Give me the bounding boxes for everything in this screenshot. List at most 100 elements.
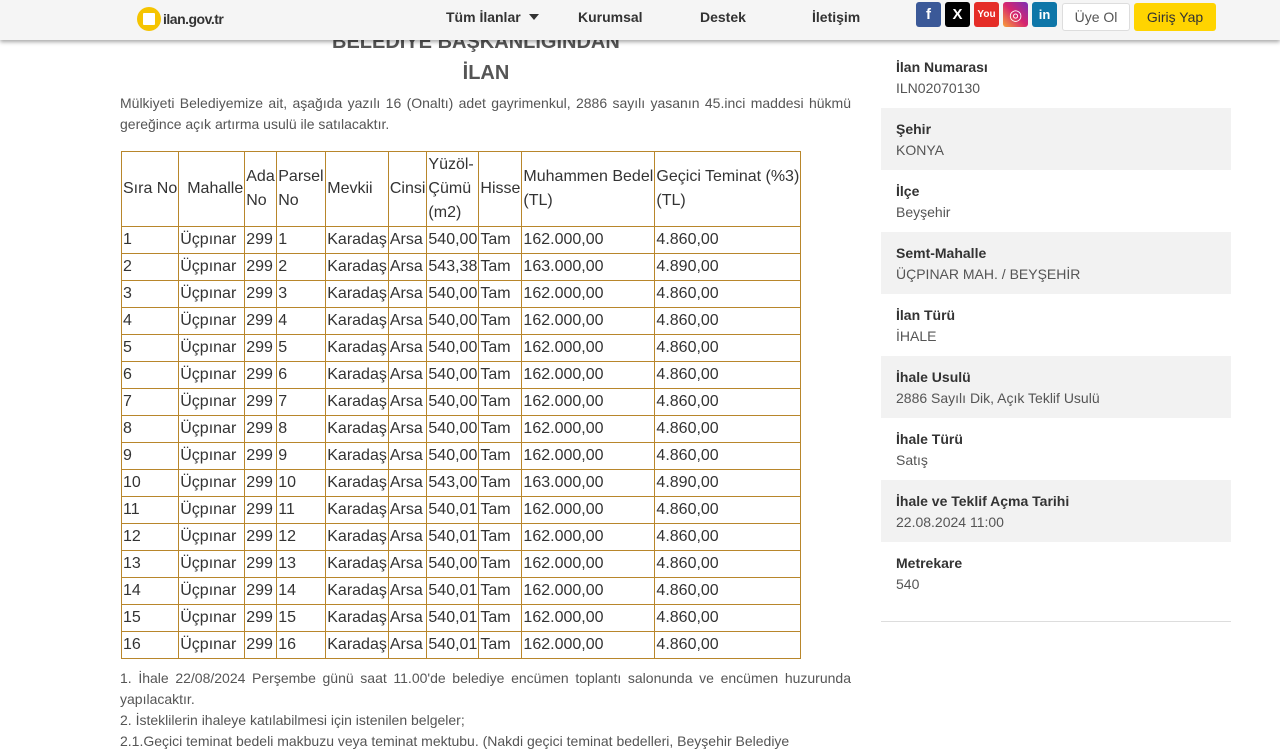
site-logo[interactable]: ilan.gov.tr	[137, 5, 224, 33]
table-cell: 299	[244, 604, 278, 632]
detail-label: İlan Numarası	[896, 59, 988, 75]
table-cell: 13	[120, 550, 180, 578]
table-cell: Üçpınar	[178, 442, 246, 470]
detail-label: İlan Türü	[896, 307, 956, 323]
table-cell: Tam	[478, 469, 523, 497]
table-cell: 1	[276, 226, 327, 254]
table-cell: 12	[120, 523, 180, 551]
table-cell: 13	[276, 550, 327, 578]
table-cell: Üçpınar	[178, 415, 246, 443]
table-row: 16 Üçpınar 299 16 Karadaş Arsa 540,01 Tam 162.00…	[120, 631, 802, 659]
table-cell: Karadaş	[325, 523, 389, 551]
table-cell: 4.860,00	[654, 307, 802, 335]
table-cell: 299	[244, 523, 278, 551]
table-cell: 4.860,00	[654, 334, 802, 362]
table-cell: 299	[244, 442, 278, 470]
table-cell: Karadaş	[325, 469, 389, 497]
table-cell: 4.860,00	[654, 523, 802, 551]
table-cell: Üçpınar	[178, 469, 246, 497]
x-twitter-icon[interactable]: X	[945, 2, 970, 27]
table-cell: Karadaş	[325, 442, 389, 470]
table-cell: 6	[276, 361, 327, 389]
table-cell: Tam	[478, 280, 523, 308]
table-cell: Üçpınar	[178, 226, 246, 254]
table-cell: 543,00	[426, 469, 480, 497]
table-header-cell: Sıra No	[120, 151, 180, 227]
nav-tum-ilanlar[interactable]: Tüm İlanlar	[446, 0, 539, 34]
announcement-notes: 1. İhale 22/08/2024 Perşembe günü saat 1…	[120, 668, 851, 752]
table-cell: 299	[244, 307, 278, 335]
table-cell: Karadaş	[325, 631, 389, 659]
table-row: 2 Üçpınar 299 2 Karadaş Arsa 543,38 Tam 163.000,…	[120, 253, 802, 281]
table-cell: 299	[244, 361, 278, 389]
detail-value: 2886 Sayılı Dik, Açık Teklif Usulü	[896, 390, 1100, 406]
detail-value: ÜÇPINAR MAH. / BEYŞEHİR	[896, 266, 1081, 282]
table-cell: 299	[244, 253, 278, 281]
table-cell: Üçpınar	[178, 496, 246, 524]
table-cell: 162.000,00	[521, 388, 656, 416]
youtube-icon[interactable]: You	[974, 2, 999, 27]
facebook-icon[interactable]: f	[916, 2, 941, 27]
table-cell: 16	[120, 631, 180, 659]
table-cell: 4.860,00	[654, 577, 802, 605]
table-cell: Karadaş	[325, 577, 389, 605]
table-cell: 7	[276, 388, 327, 416]
note-paragraph: 1. İhale 22/08/2024 Perşembe günü saat 1…	[120, 670, 851, 707]
login-button[interactable]: Giriş Yap	[1134, 3, 1216, 31]
detail-metrekare: Metrekare 540	[881, 542, 1231, 604]
table-header-cell: Yüzöl-Çümü (m2)	[426, 151, 480, 227]
detail-label: İhale ve Teklif Açma Tarihi	[896, 493, 1070, 509]
table-cell: Tam	[478, 442, 523, 470]
nav-kurumsal[interactable]: Kurumsal	[578, 0, 643, 34]
table-cell: Üçpınar	[178, 280, 246, 308]
detail-value: 22.08.2024 11:00	[896, 514, 1004, 530]
table-cell: Tam	[478, 334, 523, 362]
detail-sehir: Şehir KONYA	[881, 108, 1231, 170]
table-cell: 4.860,00	[654, 631, 802, 659]
nav-iletisim[interactable]: İletişim	[812, 0, 860, 34]
table-cell: Arsa	[387, 496, 428, 524]
detail-ihale-turu: İhale Türü Satış	[881, 418, 1231, 480]
detail-ilan-numarasi: İlan Numarası ILN02070130	[881, 46, 1231, 108]
table-cell: 10	[120, 469, 180, 497]
table-cell: 6	[120, 361, 180, 389]
table-cell: 2	[120, 253, 180, 281]
note-paragraph: 2.1.Geçici teminat bedeli makbuzu veya t…	[120, 733, 790, 749]
table-cell: 4.860,00	[654, 415, 802, 443]
detail-label: İlçe	[896, 183, 920, 199]
table-cell: 540,00	[426, 361, 480, 389]
nav-destek[interactable]: Destek	[700, 0, 746, 34]
table-row: 11 Üçpınar 299 11 Karadaş Arsa 540,01 Tam 162.00…	[120, 496, 802, 524]
table-cell: Karadaş	[325, 226, 389, 254]
table-row: 7 Üçpınar 299 7 Karadaş Arsa 540,00 Tam 162.000,…	[120, 388, 802, 416]
table-cell: 162.000,00	[521, 280, 656, 308]
table-cell: 162.000,00	[521, 631, 656, 659]
detail-ihale-tarihi: İhale ve Teklif Açma Tarihi 22.08.2024 1…	[881, 480, 1231, 542]
table-cell: Tam	[478, 577, 523, 605]
property-table: Sıra No Mahalle Ada No Parsel No Mevkii …	[120, 151, 802, 659]
table-row: 4 Üçpınar 299 4 Karadaş Arsa 540,00 Tam 162.000,…	[120, 307, 802, 335]
register-button[interactable]: Üye Ol	[1062, 3, 1130, 31]
instagram-icon[interactable]: ◎	[1003, 2, 1028, 27]
table-cell: Arsa	[387, 253, 428, 281]
table-cell: Tam	[478, 550, 523, 578]
table-cell: 3	[120, 280, 180, 308]
table-cell: 299	[244, 550, 278, 578]
table-cell: 299	[244, 631, 278, 659]
table-cell: 299	[244, 469, 278, 497]
table-cell: Tam	[478, 253, 523, 281]
table-cell: Üçpınar	[178, 550, 246, 578]
table-cell: 162.000,00	[521, 442, 656, 470]
table-cell: Üçpınar	[178, 388, 246, 416]
table-row: 1 Üçpınar 299 1 Karadaş Arsa 540,00 Tam 162.000,…	[120, 226, 802, 254]
table-header-cell: Parsel No	[276, 151, 327, 227]
table-cell: Karadaş	[325, 604, 389, 632]
table-cell: 4.860,00	[654, 604, 802, 632]
table-cell: 299	[244, 415, 278, 443]
table-cell: 4.860,00	[654, 361, 802, 389]
table-cell: 12	[276, 523, 327, 551]
announcement-details-sidebar: İlan Numarası ILN02070130 Şehir KONYA İl…	[881, 46, 1231, 604]
table-cell: 4.860,00	[654, 550, 802, 578]
detail-value: ILN02070130	[896, 80, 981, 96]
linkedin-icon[interactable]: in	[1032, 2, 1057, 27]
